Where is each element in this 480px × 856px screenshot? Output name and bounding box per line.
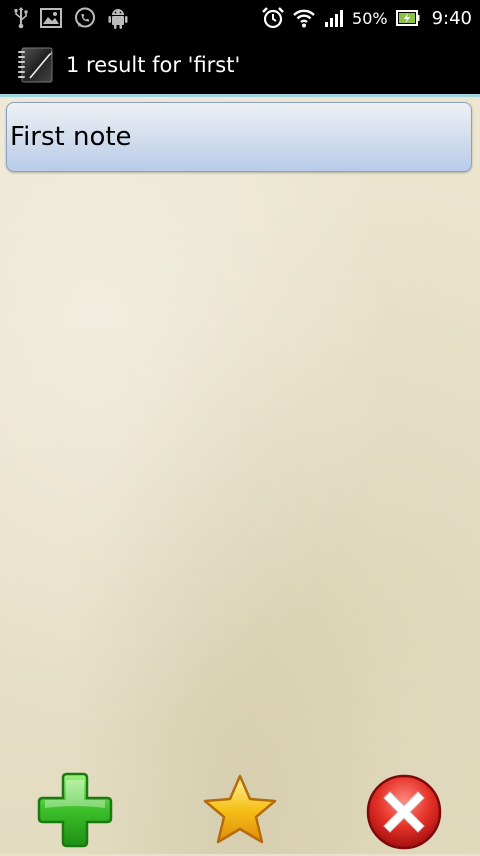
battery-percent: 50% [352,8,388,28]
favorite-button[interactable] [200,772,280,852]
battery-icon [395,9,420,27]
whatsapp-icon [74,7,96,29]
add-note-button[interactable] [35,772,115,852]
usb-icon [14,7,28,29]
list-item[interactable]: First note [6,102,472,172]
image-icon [40,8,62,28]
plus-icon [35,772,115,856]
paper-background [0,97,480,854]
page-title: 1 result for 'first' [66,53,241,77]
action-bar: 1 result for 'first' [0,36,480,94]
status-left-icons [0,7,128,29]
android-icon [108,7,128,29]
note-title: First note [10,122,132,152]
close-icon [364,774,444,856]
clock: 9:40 [431,7,472,29]
status-right-icons: 50% 9:40 [262,7,480,29]
status-bar: 50% 9:40 [0,0,480,36]
alarm-icon [262,7,284,29]
wifi-icon [292,8,316,28]
notebook-app-icon[interactable] [16,46,54,84]
star-icon [200,774,280,856]
close-button[interactable] [364,772,444,852]
signal-icon [324,8,344,28]
